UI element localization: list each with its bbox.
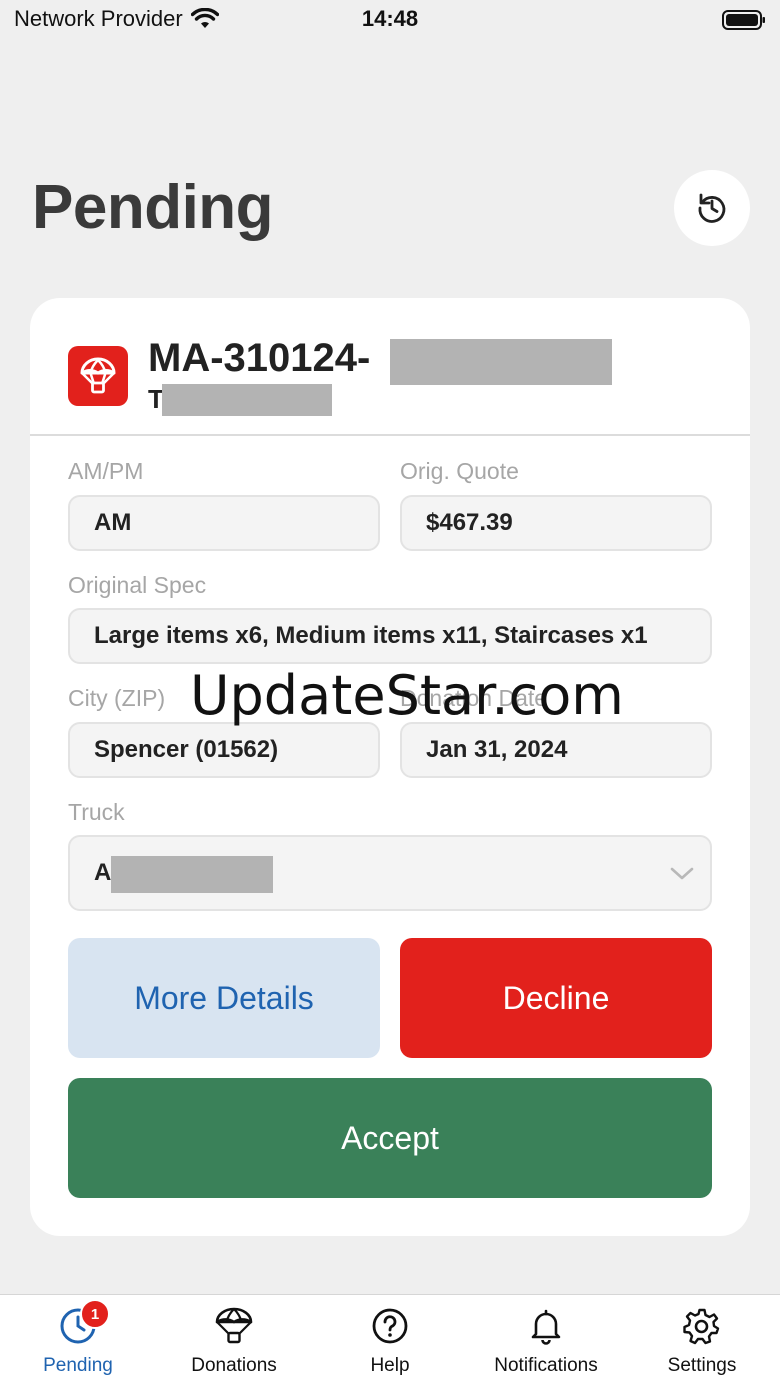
pending-badge: 1 — [80, 1299, 110, 1329]
tab-label-notifications: Notifications — [494, 1355, 598, 1376]
tab-bar: 1 Pending Donations Help Notifications S… — [0, 1294, 780, 1387]
watermark: UpdateStar.com — [190, 664, 624, 727]
refresh-icon — [698, 193, 726, 223]
parachute-icon — [80, 357, 116, 394]
spec-field: Large items x6, Medium items x11, Stairc… — [68, 608, 712, 664]
truck-value: A — [94, 859, 112, 886]
status-bar: Network Provider 14:48 — [0, 0, 780, 40]
redacted-truck — [111, 856, 273, 893]
page-title: Pending — [32, 173, 274, 242]
tab-donations[interactable]: Donations — [156, 1295, 312, 1387]
redacted-id — [390, 339, 612, 385]
refresh-button[interactable] — [674, 170, 750, 246]
accept-button[interactable]: Accept — [68, 1078, 712, 1198]
tab-settings[interactable]: Settings — [624, 1295, 780, 1387]
tab-label-settings: Settings — [667, 1355, 737, 1376]
parachute-icon — [215, 1307, 253, 1344]
ampm-label: AM/PM — [68, 458, 144, 484]
quote-label: Orig. Quote — [400, 458, 519, 484]
question-icon — [372, 1308, 408, 1344]
tab-help[interactable]: Help — [312, 1295, 468, 1387]
truck-label: Truck — [68, 799, 125, 825]
decline-button[interactable]: Decline — [400, 938, 712, 1058]
battery-icon — [722, 10, 766, 35]
pending-donation-card: MA-310124- T AM/PM AM Orig. Quote $467.3… — [30, 298, 750, 1236]
city-field: Spencer (01562) — [68, 722, 380, 778]
tab-label-pending: Pending — [43, 1355, 113, 1376]
status-time: 14:48 — [361, 6, 419, 31]
chevron-down-icon — [670, 867, 694, 880]
tab-notifications[interactable]: Notifications — [468, 1295, 624, 1387]
spec-label: Original Spec — [68, 572, 207, 598]
redacted-subtitle — [162, 384, 332, 416]
tab-pending[interactable]: 1 Pending — [0, 1295, 156, 1387]
quote-field: $467.39 — [400, 495, 712, 551]
parachute-logo — [68, 346, 128, 406]
tab-label-help: Help — [370, 1355, 410, 1376]
gear-icon — [683, 1308, 720, 1345]
ampm-field: AM — [68, 495, 380, 551]
city-label: City (ZIP) — [68, 685, 166, 711]
bell-icon — [531, 1309, 561, 1345]
donation-id: MA-310124- — [148, 336, 371, 380]
date-field: Jan 31, 2024 — [400, 722, 712, 778]
more-details-button[interactable]: More Details — [68, 938, 380, 1058]
tab-label-donations: Donations — [191, 1355, 277, 1376]
card-header: MA-310124- T — [30, 298, 750, 436]
